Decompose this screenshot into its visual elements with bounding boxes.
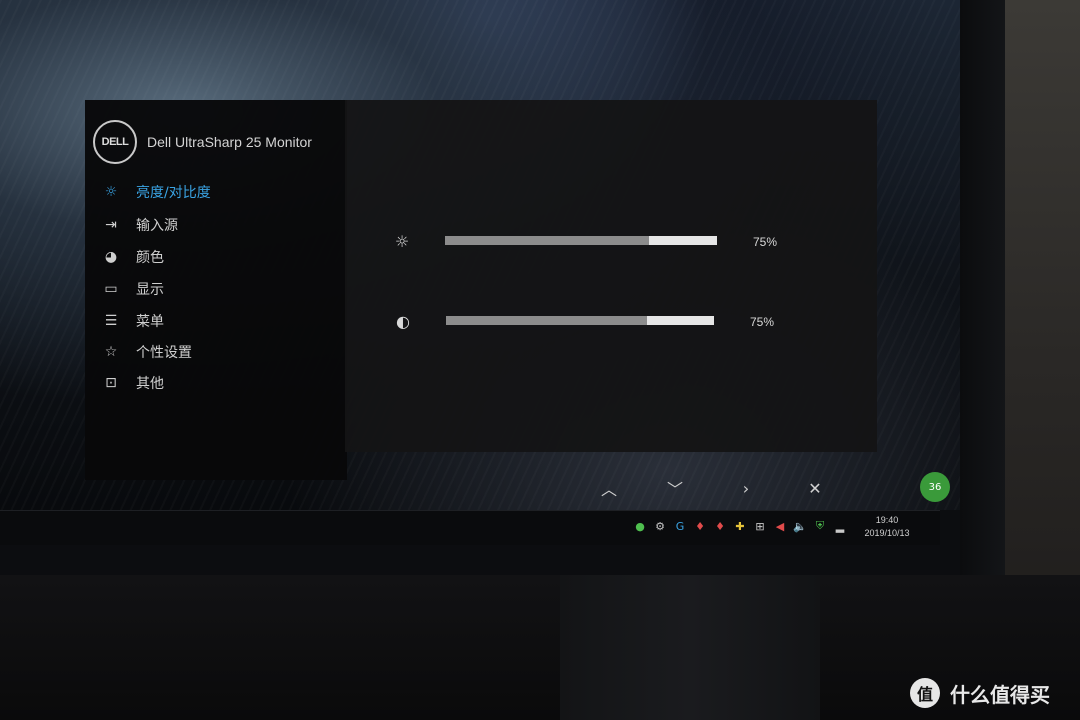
menu-item-menu[interactable]: ☰ 菜单 — [100, 307, 340, 335]
display-icon: ▭ — [104, 281, 118, 297]
logitech-icon[interactable]: G — [672, 518, 688, 534]
menu-icon: ☰ — [104, 313, 118, 329]
shield-icon[interactable]: ⛨ — [812, 518, 828, 534]
monitor-title: Dell UltraSharp 25 Monitor — [147, 134, 312, 150]
other-icon: ⊡ — [105, 375, 117, 391]
down-button[interactable]: ﹀ — [662, 475, 688, 501]
menu-item-label: 亮度/对比度 — [136, 185, 211, 201]
clock[interactable]: 19:40 2019/10/13 — [856, 514, 918, 540]
dell-logo: DELL — [93, 120, 137, 164]
menu-item-label: 颜色 — [136, 250, 164, 266]
chevron-down-icon: ﹀ — [666, 480, 683, 499]
menu-item-other[interactable]: ⊡ 其他 — [100, 369, 340, 397]
brightness-icon: ☼ — [104, 184, 118, 200]
menu-item-label: 其他 — [136, 376, 164, 392]
tray-app-icon[interactable]: ● — [632, 518, 648, 534]
brightness-row: ☼ — [390, 229, 414, 253]
menu-item-label: 个性设置 — [136, 345, 192, 361]
star-icon: ☆ — [104, 344, 118, 360]
tray-app-icon[interactable]: ♦ — [692, 518, 708, 534]
color-palette-icon: ◕ — [104, 249, 118, 265]
clock-time: 19:40 — [875, 515, 899, 525]
tray-app-icon[interactable]: ◀ — [772, 518, 788, 534]
up-button[interactable]: ︿ — [596, 475, 622, 501]
menu-item-display[interactable]: ▭ 显示 — [100, 275, 340, 303]
input-source-icon: ⇥ — [105, 217, 117, 233]
contrast-icon: ◐ — [396, 311, 410, 331]
menu-item-personalize[interactable]: ☆ 个性设置 — [100, 338, 340, 366]
contrast-value: 75% — [750, 315, 775, 329]
menu-item-label: 显示 — [136, 282, 164, 298]
tray-app-icon[interactable]: ♦ — [712, 518, 728, 534]
sun-icon: ☼ — [394, 231, 410, 251]
watermark-logo: 值 — [910, 678, 940, 708]
menu-item-label: 输入源 — [136, 218, 178, 234]
brightness-slider[interactable] — [445, 236, 717, 245]
clock-date: 2019/10/13 — [864, 528, 910, 538]
osd-settings-panel — [345, 100, 877, 452]
menu-item-brightness-contrast[interactable]: ☼ 亮度/对比度 — [100, 178, 340, 206]
system-tray: ● ⚙ G ♦ ♦ ✚ ⊞ ◀ 🔈 ⛨ ▂ — [632, 518, 848, 534]
close-icon: ✕ — [808, 478, 822, 498]
volume-icon[interactable]: 🔈 — [792, 518, 808, 534]
close-button[interactable]: ✕ — [802, 475, 828, 501]
menu-item-label: 菜单 — [136, 314, 164, 330]
brightness-slider-fill — [445, 236, 649, 245]
signal-icon[interactable]: ▂ — [832, 518, 848, 534]
right-button[interactable]: › — [733, 475, 759, 501]
monitor-stand — [560, 575, 820, 720]
chevron-right-icon: › — [742, 478, 750, 498]
contrast-slider-fill — [446, 316, 647, 325]
contrast-slider[interactable] — [446, 316, 714, 325]
steam-icon[interactable]: ⚙ — [652, 518, 668, 534]
tray-app-icon[interactable]: ✚ — [732, 518, 748, 534]
menu-item-input-source[interactable]: ⇥ 输入源 — [100, 211, 340, 239]
network-icon[interactable]: ⊞ — [752, 518, 768, 534]
menu-item-color[interactable]: ◕ 颜色 — [100, 243, 340, 271]
chevron-up-icon: ︿ — [600, 480, 617, 499]
security-badge[interactable]: 36 — [920, 472, 950, 502]
watermark: 值 什么值得买 — [910, 678, 1050, 708]
osd-header: DELL Dell UltraSharp 25 Monitor — [85, 108, 345, 176]
contrast-row: ◐ — [391, 309, 415, 333]
brightness-value: 75% — [753, 235, 778, 249]
watermark-text: 什么值得买 — [950, 682, 1050, 707]
